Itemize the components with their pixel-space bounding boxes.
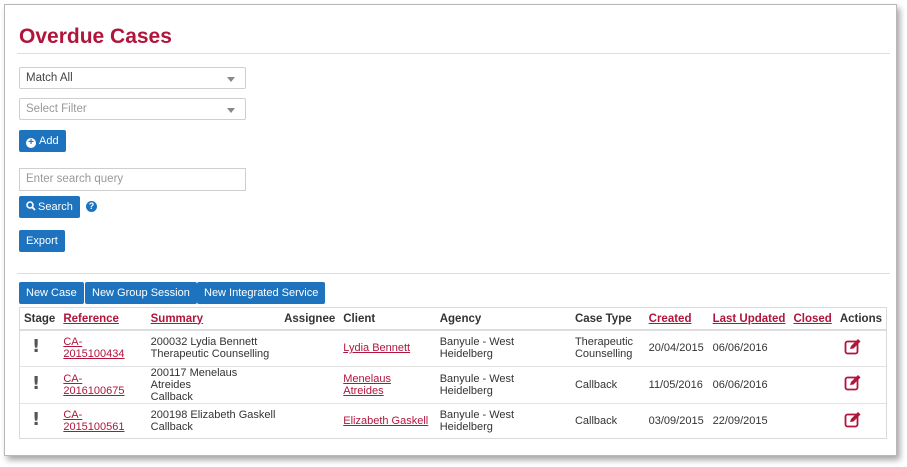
alert-icon: ! [32, 409, 41, 431]
summary-cell: 200198 Elizabeth Gaskell Callback [146, 402, 281, 439]
client-link[interactable]: Elizabeth Gaskell [343, 415, 428, 427]
edit-icon[interactable] [844, 411, 862, 429]
plus-circle-icon: + [26, 138, 36, 148]
header-agency: Agency [435, 308, 571, 331]
match-select[interactable]: Match All [19, 67, 246, 89]
header-client: Client [339, 308, 436, 331]
filter-select-placeholder: Select Filter [26, 103, 87, 115]
edit-icon[interactable] [844, 374, 862, 392]
header-created[interactable]: Created [644, 308, 709, 331]
cases-table: Stage Reference Summary Assignee Client … [19, 307, 887, 439]
assignee-cell [280, 402, 340, 439]
summary-cell: 200117 Menelaus Atreides Callback [146, 365, 281, 403]
created-cell: 03/09/2015 [644, 402, 709, 439]
search-button[interactable]: Search [19, 196, 80, 218]
chevron-down-icon [227, 77, 235, 82]
header-summary[interactable]: Summary [146, 308, 281, 331]
new-group-session-button[interactable]: New Group Session [85, 282, 197, 304]
header-reference[interactable]: Reference [59, 308, 147, 331]
assignee-cell [280, 365, 340, 403]
closed-cell [789, 365, 836, 403]
case-type-cell: Therapeutic Counselling [570, 329, 645, 366]
page-title: Overdue Cases [19, 25, 172, 48]
title-divider [17, 53, 890, 54]
add-filter-label: Add [39, 135, 59, 147]
created-cell: 20/04/2015 [644, 329, 709, 366]
closed-cell [789, 329, 836, 366]
new-case-button[interactable]: New Case [19, 282, 84, 304]
new-integrated-service-button[interactable]: New Integrated Service [197, 282, 326, 304]
table-row: ! CA-2016100675 200117 Menelaus Atreides… [20, 365, 886, 403]
header-stage: Stage [20, 308, 60, 331]
agency-cell: Banyule - West Heidelberg [435, 402, 571, 439]
page-frame: Overdue Cases Match All Select Filter + A… [4, 4, 897, 456]
table-row: ! CA-2015100561 200198 Elizabeth Gaskell… [20, 402, 886, 439]
chevron-down-icon [227, 108, 235, 113]
header-actions: Actions [835, 308, 886, 331]
export-button[interactable]: Export [19, 230, 65, 252]
header-case-type: Case Type [570, 308, 645, 331]
table-header-row: Stage Reference Summary Assignee Client … [20, 308, 886, 331]
summary-cell: 200032 Lydia Bennett Therapeutic Counsell… [146, 329, 281, 366]
last-updated-cell: 06/06/2016 [708, 365, 790, 403]
closed-cell [789, 402, 836, 439]
add-filter-button[interactable]: + Add [19, 130, 66, 152]
help-icon[interactable]: ? [86, 201, 97, 212]
match-select-value: Match All [26, 72, 73, 84]
reference-link[interactable]: CA-2015100561 [63, 409, 124, 433]
search-input[interactable]: Enter search query [19, 168, 246, 191]
assignee-cell [280, 329, 340, 366]
header-assignee: Assignee [280, 308, 340, 331]
search-input-placeholder: Enter search query [26, 173, 124, 185]
reference-link[interactable]: CA-2015100434 [63, 336, 124, 360]
client-link[interactable]: Lydia Bennett [343, 342, 410, 354]
header-closed[interactable]: Closed [789, 308, 836, 331]
case-type-cell: Callback [570, 365, 645, 403]
last-updated-cell: 06/06/2016 [708, 329, 790, 366]
search-button-label: Search [38, 201, 73, 213]
section-divider [17, 273, 890, 274]
search-icon [26, 201, 36, 211]
client-link[interactable]: Menelaus Atreides [343, 373, 391, 397]
last-updated-cell: 22/09/2015 [708, 402, 790, 439]
case-type-cell: Callback [570, 402, 645, 439]
edit-icon[interactable] [844, 338, 862, 356]
created-cell: 11/05/2016 [644, 365, 709, 403]
filter-select[interactable]: Select Filter [19, 98, 246, 120]
reference-link[interactable]: CA-2016100675 [63, 373, 124, 397]
agency-cell: Banyule - West Heidelberg [435, 329, 571, 366]
alert-icon: ! [32, 372, 41, 394]
alert-icon: ! [32, 336, 41, 358]
header-last-updated[interactable]: Last Updated [708, 308, 790, 331]
table-row: ! CA-2015100434 200032 Lydia Bennett Ther… [20, 329, 886, 366]
agency-cell: Banyule - West Heidelberg [435, 365, 571, 403]
